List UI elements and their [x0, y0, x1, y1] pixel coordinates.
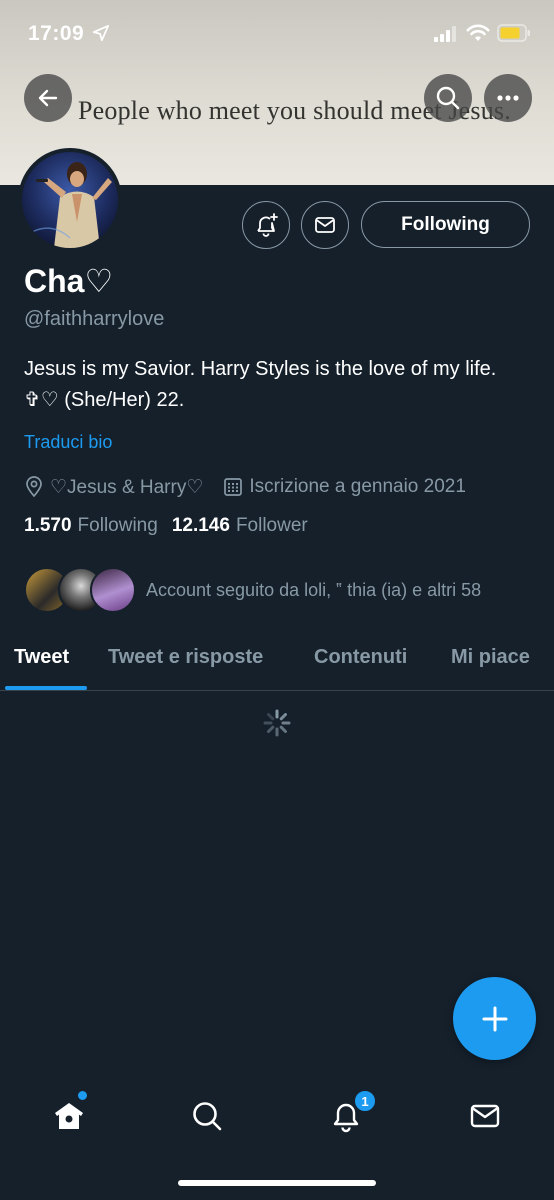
nav-search[interactable] [188, 1097, 226, 1135]
profile-location: ♡Jesus & Harry♡ [50, 476, 204, 498]
following-label: Following [77, 515, 158, 536]
more-button[interactable] [484, 74, 532, 122]
followed-by-avatars [24, 566, 136, 614]
compose-tweet-button[interactable] [453, 977, 536, 1060]
join-date: Iscrizione a gennaio 2021 [249, 476, 466, 497]
followers-label: Follower [235, 515, 308, 536]
tab-mi-piace[interactable]: Mi piace [451, 646, 530, 669]
loading-spinner-icon [263, 709, 291, 737]
battery-icon [497, 24, 530, 42]
notify-button[interactable] [242, 201, 290, 249]
location-arrow-icon [92, 24, 110, 42]
tab-tweet-e-risposte[interactable]: Tweet e risposte [108, 646, 263, 669]
user-handle: @faithharrylove [24, 308, 165, 330]
back-arrow-icon [38, 89, 58, 107]
display-name: Cha♡ [24, 263, 114, 299]
search-icon [193, 1102, 222, 1131]
follow-stats: 1.570 Following 12.146 Follower [24, 515, 308, 537]
following-count: 1.570 [24, 515, 72, 536]
status-bar: 17:09 [0, 0, 554, 70]
followed-by-text: Account seguito da loli, ‟ thia (ia) e a… [146, 579, 482, 600]
message-button[interactable] [301, 201, 349, 249]
profile-tabs: Tweet Tweet e risposte Contenuti Mi piac… [0, 636, 554, 691]
followers-stat[interactable]: 12.146 Follower [172, 515, 308, 537]
envelope-icon [315, 217, 335, 233]
search-button[interactable] [424, 74, 472, 122]
location-pin-icon [26, 476, 42, 498]
calendar-icon [224, 478, 243, 496]
bell-plus-icon [257, 213, 278, 237]
tab-tweet[interactable]: Tweet [14, 646, 69, 669]
home-icon [55, 1103, 83, 1129]
followed-by-row[interactable]: Account seguito da loli, ‟ thia (ia) e a… [24, 566, 481, 614]
following-button[interactable]: Following [361, 201, 530, 248]
profile-bio: Jesus is my Savior. Harry Styles is the … [24, 358, 497, 411]
new-content-dot [78, 1091, 87, 1100]
search-icon [436, 86, 460, 110]
avatar-image [22, 152, 118, 248]
more-icon [497, 95, 519, 101]
home-indicator[interactable] [178, 1180, 376, 1186]
cellular-signal-icon [434, 26, 456, 42]
status-time: 17:09 [28, 22, 85, 45]
messages-icon [470, 1104, 500, 1128]
followers-count: 12.146 [171, 515, 230, 536]
wifi-icon [466, 24, 490, 41]
profile-meta: ♡Jesus & Harry♡ Iscrizione a gennaio 202… [24, 474, 466, 500]
plus-icon [482, 1006, 507, 1031]
tab-contenuti[interactable]: Contenuti [314, 646, 407, 669]
nav-home[interactable] [50, 1097, 88, 1135]
active-tab-indicator [5, 686, 87, 690]
nav-messages[interactable] [466, 1097, 504, 1135]
translate-bio-link[interactable]: Traduci bio [24, 432, 112, 453]
profile-avatar[interactable] [18, 148, 122, 252]
notification-badge: 1 [353, 1089, 377, 1113]
avatar [90, 567, 136, 613]
back-button[interactable] [24, 74, 72, 122]
following-stat[interactable]: 1.570 Following [24, 515, 158, 537]
